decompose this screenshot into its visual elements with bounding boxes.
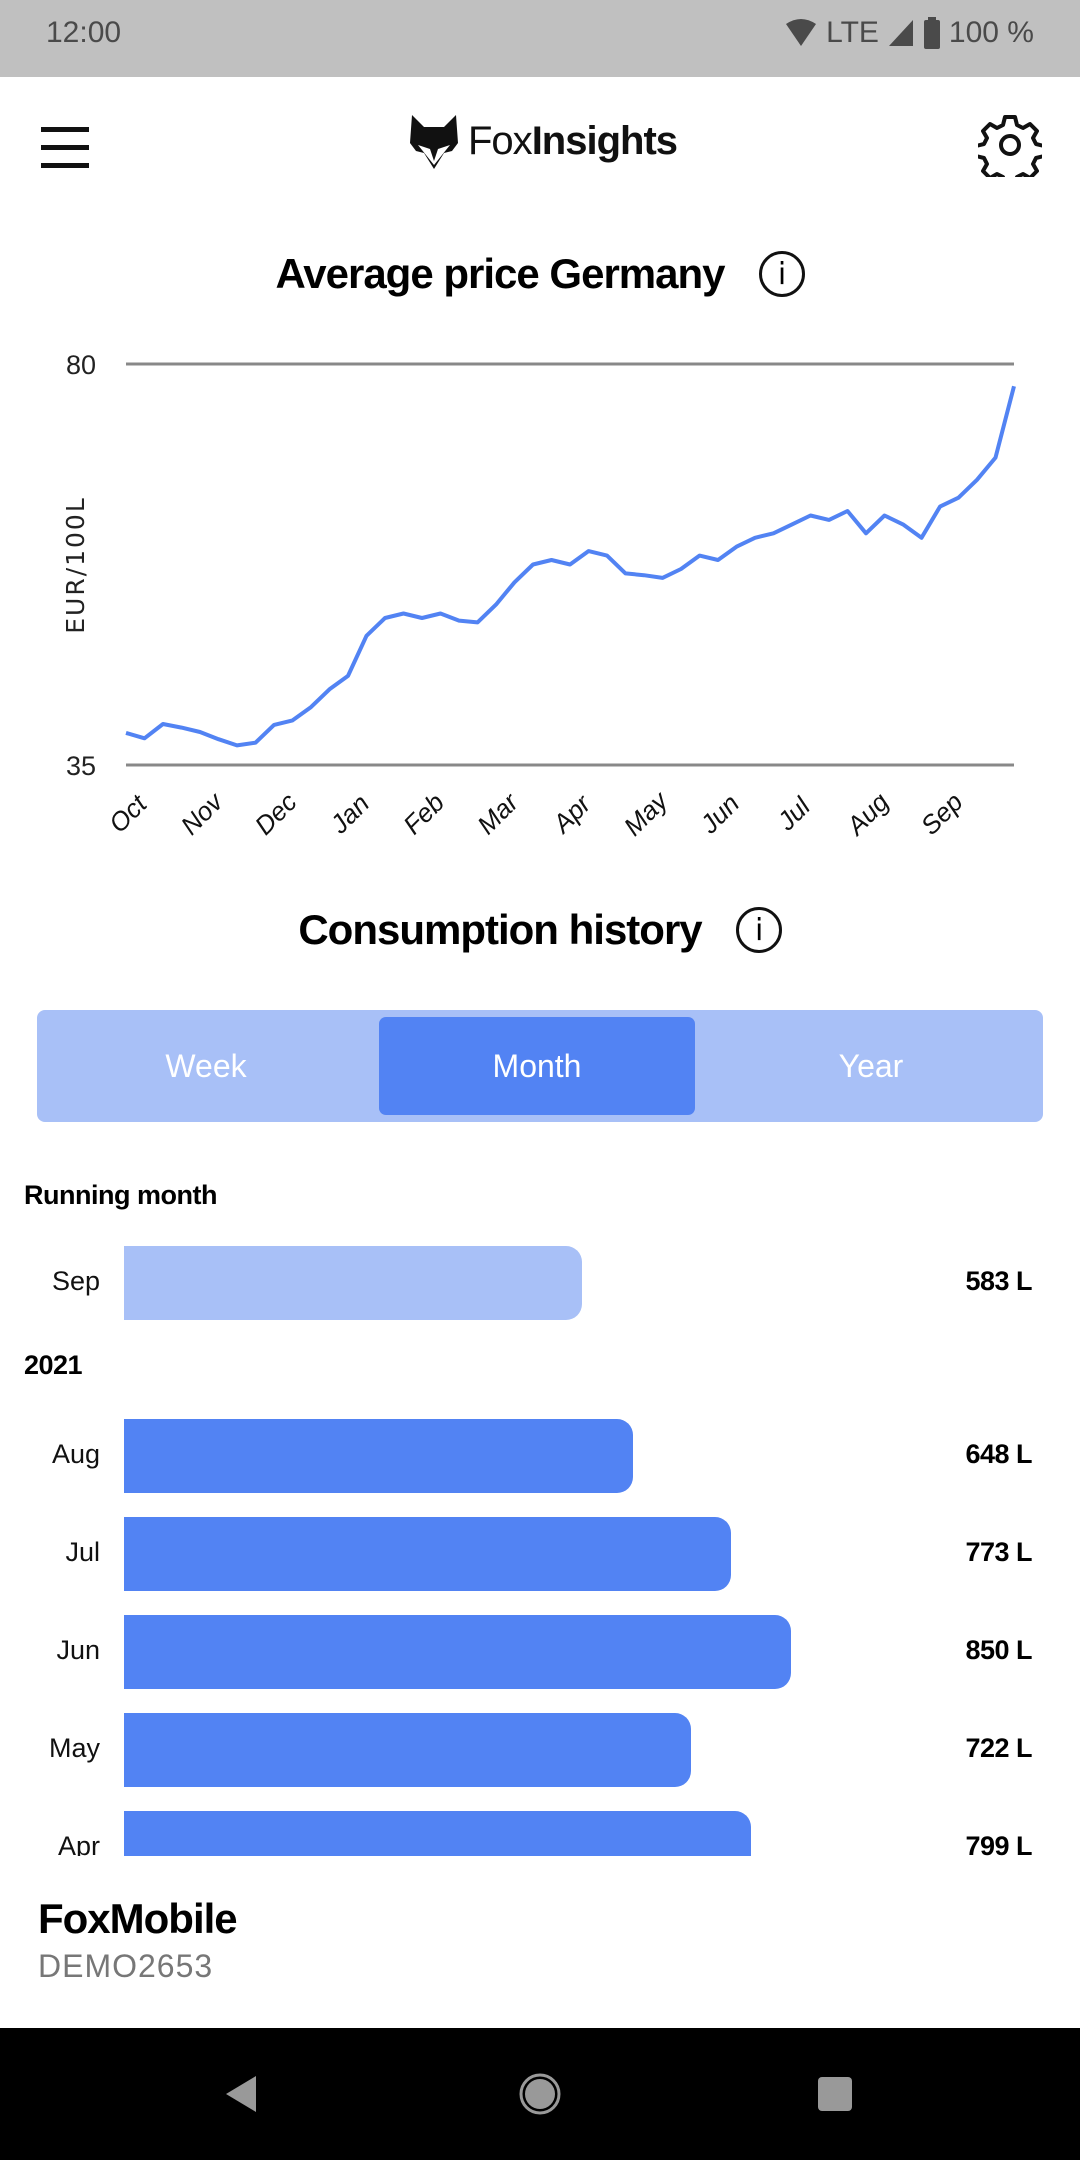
consumption-bar-list[interactable]: Sep 583 L 2021 Aug 648 L Jul 773 L Jun 8… [0, 1240, 1080, 1856]
bar-month-label: Apr [57, 1831, 100, 1856]
x-tick-label: Mar [471, 786, 525, 840]
fox-head-icon [410, 115, 458, 169]
brand-bold: Insights [531, 118, 678, 163]
x-tick-label: Jul [771, 790, 817, 836]
consumption-row[interactable]: Apr 799 L [0, 1811, 1080, 1856]
consumption-bar [124, 1811, 752, 1856]
x-tick-label: Sep [915, 787, 969, 841]
status-icons: LTE 100 % [784, 16, 1034, 50]
system-nav-bar [0, 2028, 1080, 2160]
device-id: DEMO2653 [38, 1948, 214, 1984]
device-name: FoxMobile [38, 1895, 238, 1942]
hamburger-menu-icon[interactable] [38, 127, 92, 169]
status-bar: 12:00 LTE 100 % [0, 0, 1080, 77]
consumption-row[interactable]: Aug 648 L [0, 1419, 1080, 1493]
app-bar: FoxInsights [0, 77, 1080, 217]
consumption-section-title: Consumption history [298, 906, 702, 953]
x-axis-ticks: Oct Nov Dec Jan Feb Mar Apr May Jun Jul Aug Sep [103, 784, 969, 842]
tab-month[interactable]: Month [379, 1017, 695, 1115]
x-tick-label: May [618, 784, 675, 841]
x-tick-label: Feb [397, 787, 450, 840]
price-section-header: Average price Germany i [0, 250, 1080, 298]
consumption-section-header: Consumption history i [0, 906, 1080, 954]
bar-month-label: Jun [56, 1635, 100, 1665]
consumption-bar [124, 1246, 582, 1320]
price-line-chart: 80 35 EUR/100L Oct Nov Dec Jan Feb Mar Apr May J… [61, 350, 1016, 842]
bar-value-label: 773 L [965, 1537, 1032, 1567]
info-icon[interactable]: i [758, 251, 805, 297]
consumption-bar [124, 1419, 633, 1493]
x-tick-label: Nov [175, 785, 230, 840]
bar-month-label: Sep [51, 1266, 100, 1296]
x-tick-label: Aug [839, 786, 895, 842]
consumption-bar [124, 1615, 792, 1689]
wifi-icon [786, 19, 817, 46]
consumption-bar [124, 1517, 731, 1591]
status-time: 12:00 [46, 16, 122, 49]
bar-value-label: 722 L [965, 1733, 1032, 1763]
app-brand: FoxInsights [468, 118, 678, 164]
year-label: 2021 [24, 1350, 83, 1380]
price-line [125, 385, 1016, 748]
app-logo: FoxInsights [408, 113, 678, 169]
y-axis-label: EUR/100L [61, 496, 90, 634]
x-tick-label: Oct [103, 787, 154, 838]
bar-month-label: Jul [65, 1537, 100, 1567]
network-label: LTE [826, 16, 879, 49]
bar-month-label: Aug [51, 1439, 100, 1469]
consumption-bar [124, 1713, 691, 1787]
recents-icon[interactable] [775, 2028, 895, 2160]
y-tick-max: 80 [66, 350, 96, 380]
bar-value-label: 648 L [965, 1439, 1032, 1469]
tab-week[interactable]: Week [37, 1017, 375, 1115]
consumption-row[interactable]: Jun 850 L [0, 1615, 1080, 1689]
price-section-title: Average price Germany [275, 250, 725, 297]
battery-label: 100 % [948, 16, 1034, 49]
battery-icon [923, 17, 940, 49]
info-icon[interactable]: i [735, 907, 782, 953]
x-tick-label: Jan [324, 788, 376, 840]
home-icon[interactable] [480, 2028, 600, 2160]
consumption-row[interactable]: Jul 773 L [0, 1517, 1080, 1591]
signal-icon [888, 20, 913, 46]
running-month-label: Running month [24, 1180, 217, 1210]
y-tick-min: 35 [66, 751, 96, 781]
bar-value-label: 799 L [965, 1831, 1032, 1856]
gear-icon[interactable] [974, 113, 1046, 187]
brand-light: Fox [468, 118, 533, 163]
x-tick-label: Jun [694, 788, 746, 840]
consumption-row-running[interactable]: Sep 583 L [0, 1246, 1080, 1320]
consumption-row[interactable]: May 722 L [0, 1713, 1080, 1787]
x-tick-label: Apr [545, 788, 597, 840]
bar-value-label: 583 L [965, 1266, 1032, 1296]
x-tick-label: Dec [249, 787, 303, 841]
period-segmented-control: Week Month Year [37, 1010, 1043, 1122]
bar-value-label: 850 L [965, 1635, 1032, 1665]
tab-year[interactable]: Year [699, 1017, 1043, 1115]
back-icon[interactable] [180, 2028, 300, 2160]
bar-month-label: May [48, 1733, 100, 1763]
